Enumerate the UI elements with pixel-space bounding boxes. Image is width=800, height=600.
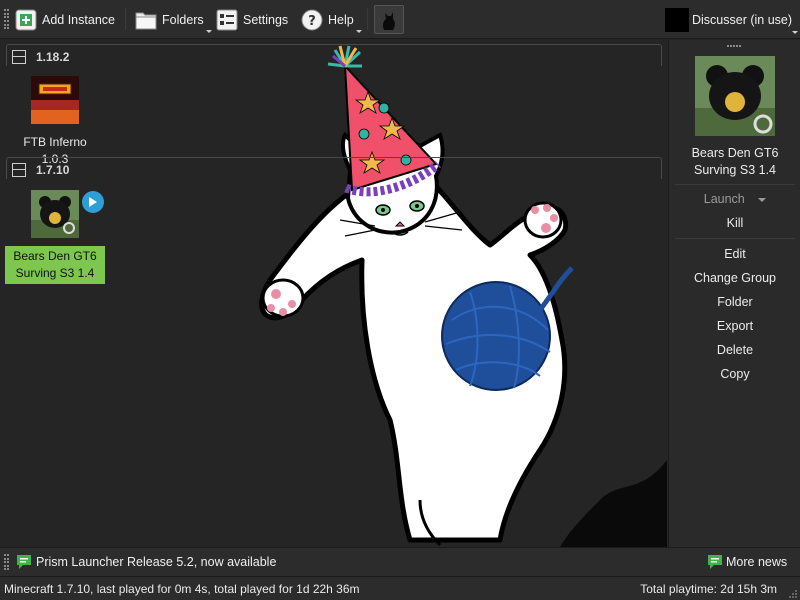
account-avatar	[665, 7, 689, 32]
chevron-down-icon	[205, 30, 212, 33]
launch-button[interactable]: Launch	[669, 192, 800, 206]
instance-side-panel: Bears Den GT6 Surving S3 1.4 Launch Kill…	[668, 40, 800, 547]
svg-text:?: ?	[308, 14, 316, 29]
cat-icon	[382, 11, 395, 30]
settings-icon	[216, 9, 238, 31]
settings-button[interactable]: Settings	[216, 6, 288, 33]
folder-button[interactable]: Folder	[669, 295, 800, 309]
status-right: Total playtime: 2d 15h 3m	[640, 582, 777, 596]
news-icon	[708, 555, 722, 569]
chevron-down-icon	[355, 30, 362, 33]
toolbar-grip[interactable]	[4, 554, 9, 571]
collapse-icon[interactable]	[12, 50, 26, 64]
news-headline-button[interactable]: Prism Launcher Release 5.2, now availabl…	[16, 554, 276, 570]
toolbar-separator	[125, 8, 126, 30]
help-button[interactable]: ? Help	[301, 6, 362, 33]
cat-toggle-button[interactable]	[374, 5, 404, 34]
selected-instance-name: Bears Den GT6 Surving S3 1.4	[691, 146, 779, 177]
collapse-icon[interactable]	[12, 163, 26, 177]
folders-button[interactable]: Folders	[135, 6, 212, 33]
add-instance-icon	[15, 9, 37, 31]
news-icon	[17, 555, 31, 569]
settings-label: Settings	[243, 12, 289, 27]
group-title: 1.18.2	[36, 50, 70, 64]
news-headline: Prism Launcher Release 5.2, now availabl…	[36, 555, 277, 569]
running-play-icon	[82, 191, 104, 213]
main-toolbar: Add Instance Folders Settings ? Help Dis…	[0, 0, 800, 39]
toolbar-grip[interactable]	[4, 9, 9, 30]
news-toolbar: Prism Launcher Release 5.2, now availabl…	[0, 547, 800, 577]
add-instance-label: Add Instance	[42, 12, 115, 27]
group-header-1-18-2[interactable]: 1.18.2	[6, 44, 662, 66]
resize-grip-icon[interactable]	[788, 588, 798, 598]
toolbar-separator	[367, 8, 368, 30]
help-icon: ?	[301, 9, 323, 31]
status-bar: Minecraft 1.7.10, last played for 0m 4s,…	[0, 577, 800, 600]
kill-button[interactable]: Kill	[669, 216, 800, 230]
copy-button[interactable]: Copy	[669, 367, 800, 381]
more-news-button[interactable]: More news	[707, 554, 787, 570]
account-label: Discusser (in use)	[692, 12, 793, 27]
status-left: Minecraft 1.7.10, last played for 0m 4s,…	[4, 582, 360, 596]
divider	[675, 238, 795, 239]
instance-label: Bears Den GT6 Surving S3 1.4	[5, 246, 105, 284]
chevron-down-icon[interactable]	[758, 197, 767, 202]
account-button[interactable]: Discusser (in use)	[665, 7, 799, 34]
group-header-1-7-10[interactable]: 1.7.10	[6, 157, 662, 179]
bear-head-icon	[31, 190, 79, 238]
ftb-inferno-logo	[31, 76, 79, 124]
edit-button[interactable]: Edit	[669, 247, 800, 261]
panel-grip[interactable]	[727, 45, 743, 48]
divider	[675, 184, 795, 185]
launch-label: Launch	[703, 192, 745, 206]
chevron-down-icon	[792, 31, 799, 34]
folders-label: Folders	[162, 12, 204, 27]
more-news-label: More news	[726, 555, 788, 569]
export-button[interactable]: Export	[669, 319, 800, 333]
instance-list[interactable]: 1.18.2 FTB Inferno 1.0.3 1.7.10 Bears De…	[0, 40, 667, 547]
add-instance-button[interactable]: Add Instance	[15, 6, 115, 33]
instance-ftb-inferno[interactable]: FTB Inferno 1.0.3	[5, 76, 105, 170]
folder-icon	[135, 9, 157, 31]
selected-instance-icon[interactable]	[695, 56, 775, 136]
group-title: 1.7.10	[36, 163, 70, 177]
change-group-button[interactable]: Change Group	[669, 271, 800, 285]
help-label: Help	[328, 12, 354, 27]
delete-button[interactable]: Delete	[669, 343, 800, 357]
